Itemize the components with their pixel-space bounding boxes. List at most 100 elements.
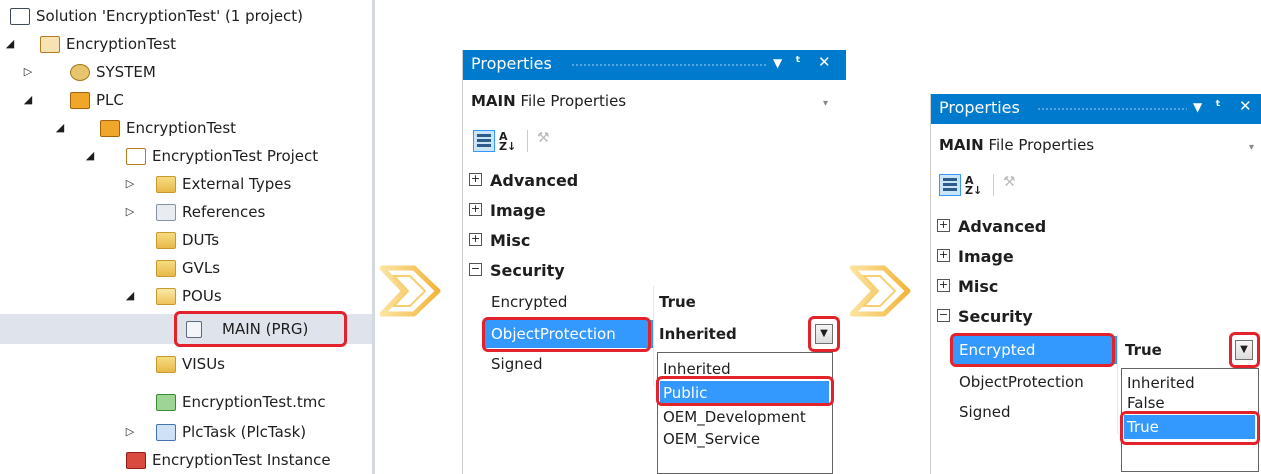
- expanded-arrow-icon[interactable]: ◢: [22, 86, 34, 114]
- expand-icon[interactable]: +: [469, 233, 482, 246]
- properties-title-bar: Properties ▼ ᵗ ✕: [463, 50, 846, 80]
- tree-item-system[interactable]: ▷ SYSTEM: [0, 58, 370, 86]
- tree-item-visus[interactable]: VISUs: [0, 350, 370, 378]
- plc-icon: [70, 92, 90, 109]
- highlight-dropdown-button: [808, 316, 840, 352]
- object-name: MAIN: [939, 136, 984, 154]
- expanded-arrow-icon[interactable]: ◢: [54, 114, 66, 142]
- tree-item-label: GVLs: [182, 259, 221, 277]
- tree-item-references[interactable]: ▷ References: [0, 198, 370, 226]
- tree-item-instance[interactable]: EncryptionTest Instance: [0, 446, 370, 474]
- panel-menu-icon[interactable]: ▼: [773, 56, 782, 70]
- object-selector[interactable]: MAIN File Properties: [471, 92, 626, 110]
- tree-item-tmc[interactable]: EncryptionTest.tmc: [0, 388, 370, 416]
- collapse-icon[interactable]: −: [937, 309, 950, 322]
- folder-open-icon: [156, 288, 176, 305]
- object-selector-caret-icon[interactable]: ▾: [823, 98, 828, 109]
- pin-icon[interactable]: ᵗ: [1215, 97, 1221, 115]
- expanded-arrow-icon[interactable]: ◢: [84, 142, 96, 170]
- option-oem-service[interactable]: OEM_Service: [660, 427, 829, 451]
- close-icon[interactable]: ✕: [818, 53, 831, 71]
- prop-value-encrypted[interactable]: True: [1125, 336, 1162, 364]
- close-icon[interactable]: ✕: [1239, 97, 1252, 115]
- tree-item-plc-project-file[interactable]: ◢ EncryptionTest Project: [0, 142, 370, 170]
- category-image[interactable]: + Image: [469, 196, 546, 226]
- project-icon: [40, 36, 60, 53]
- tree-item-external-types[interactable]: ▷ External Types: [0, 170, 370, 198]
- property-pages-icon[interactable]: ⚒: [537, 130, 559, 152]
- highlight-dropdown-button: [1229, 332, 1260, 368]
- tree-item-label: EncryptionTest.tmc: [182, 393, 326, 411]
- category-security[interactable]: − Security: [937, 302, 1033, 332]
- collapsed-arrow-icon[interactable]: ▷: [124, 170, 136, 198]
- category-misc[interactable]: + Misc: [469, 226, 530, 256]
- objectprotection-dropdown-list[interactable]: Inherited Public OEM_Development OEM_Ser…: [657, 352, 833, 474]
- expanded-arrow-icon[interactable]: ◢: [124, 282, 136, 310]
- expanded-arrow-icon[interactable]: ◢: [4, 30, 16, 58]
- solution-icon: [10, 8, 30, 25]
- task-icon: [156, 424, 176, 441]
- tree-item-plc-project[interactable]: ◢ EncryptionTest: [0, 114, 370, 142]
- prop-name-objectprotection[interactable]: ObjectProtection: [953, 368, 1117, 396]
- tree-item-label: SYSTEM: [96, 63, 156, 81]
- collapse-icon[interactable]: −: [469, 263, 482, 276]
- grid-divider: [1117, 334, 1118, 434]
- expand-icon[interactable]: +: [937, 249, 950, 262]
- tree-item-label: EncryptionTest Project: [152, 147, 319, 165]
- tree-item-plc[interactable]: ◢ PLC: [0, 86, 370, 114]
- expand-icon[interactable]: +: [937, 219, 950, 232]
- highlight-option-public: [656, 376, 834, 406]
- prop-name-signed[interactable]: Signed: [485, 350, 651, 378]
- tree-item-duts[interactable]: DUTs: [0, 226, 370, 254]
- category-advanced[interactable]: + Advanced: [937, 212, 1046, 242]
- folder-icon: [156, 356, 176, 373]
- prop-name-signed[interactable]: Signed: [953, 398, 1117, 426]
- prop-value-objectprotection[interactable]: Inherited: [659, 320, 737, 348]
- tree-item-label: PlcTask (PlcTask): [182, 423, 307, 441]
- tree-item-encryptiontest[interactable]: ◢ EncryptionTest: [0, 30, 370, 58]
- collapsed-arrow-icon[interactable]: ▷: [22, 58, 34, 86]
- category-security[interactable]: − Security: [469, 256, 565, 286]
- category-label: Security: [490, 261, 565, 280]
- category-image[interactable]: + Image: [937, 242, 1014, 272]
- folder-icon: [156, 232, 176, 249]
- references-icon: [156, 204, 176, 221]
- properties-panel-1: Properties ▼ ᵗ ✕ MAIN File Properties ▾ …: [462, 50, 846, 474]
- object-selector[interactable]: MAIN File Properties: [939, 136, 1094, 154]
- tree-item-solution[interactable]: Solution 'EncryptionTest' (1 project): [0, 2, 370, 30]
- toolbar-separator: [993, 174, 994, 196]
- category-label: Misc: [490, 231, 531, 250]
- tree-item-label: VISUs: [182, 355, 226, 373]
- properties-title-bar: Properties ▼ ᵗ ✕: [931, 94, 1261, 124]
- option-oem-development[interactable]: OEM_Development: [660, 405, 829, 429]
- tree-item-plctask[interactable]: ▷ PlcTask (PlcTask): [0, 418, 370, 446]
- alphabetical-icon[interactable]: A Z↓: [499, 131, 521, 154]
- tree-item-label: EncryptionTest: [126, 119, 237, 137]
- prop-value-encrypted[interactable]: True: [659, 288, 696, 316]
- instance-icon: [126, 452, 146, 469]
- collapsed-arrow-icon[interactable]: ▷: [124, 198, 136, 226]
- category-advanced[interactable]: + Advanced: [469, 166, 578, 196]
- collapsed-arrow-icon[interactable]: ▷: [124, 418, 136, 446]
- pin-icon[interactable]: ᵗ: [795, 53, 801, 71]
- categorized-icon[interactable]: [939, 174, 961, 196]
- tree-item-gvls[interactable]: GVLs: [0, 254, 370, 282]
- tree-item-label: Solution 'EncryptionTest' (1 project): [36, 7, 304, 25]
- expand-icon[interactable]: +: [469, 173, 482, 186]
- tree-item-pous[interactable]: ◢ POUs: [0, 282, 370, 310]
- categorized-icon[interactable]: [473, 130, 495, 152]
- object-selector-caret-icon[interactable]: ▾: [1249, 142, 1254, 153]
- properties-title: Properties: [471, 54, 552, 73]
- prop-name-encrypted[interactable]: Encrypted: [485, 288, 651, 316]
- expand-icon[interactable]: +: [937, 279, 950, 292]
- object-type: File Properties: [520, 92, 627, 110]
- alphabetical-icon[interactable]: A Z↓: [965, 175, 987, 198]
- category-label: Image: [958, 247, 1014, 266]
- expand-icon[interactable]: +: [469, 203, 482, 216]
- property-pages-icon[interactable]: ⚒: [1003, 174, 1025, 196]
- grid-divider: [653, 286, 654, 386]
- highlight-objectprotection: [482, 317, 651, 352]
- category-misc[interactable]: + Misc: [937, 272, 998, 302]
- properties-title: Properties: [939, 98, 1020, 117]
- panel-menu-icon[interactable]: ▼: [1193, 100, 1202, 114]
